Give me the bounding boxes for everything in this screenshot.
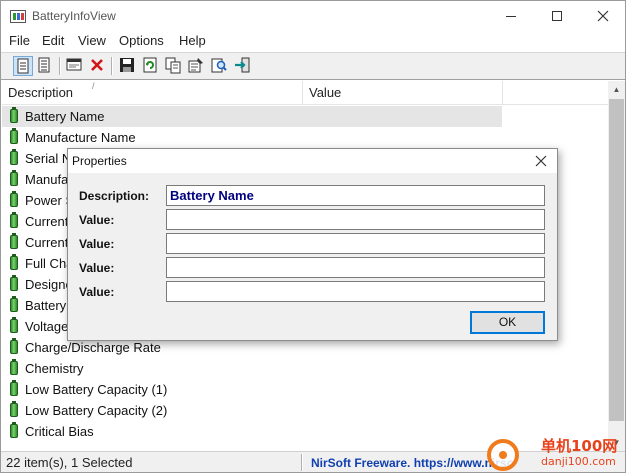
value-field[interactable] <box>166 233 545 254</box>
scroll-up-arrow-icon[interactable]: ▲ <box>608 81 625 98</box>
field-label-value: Value: <box>79 261 115 275</box>
save-icon <box>120 58 134 72</box>
field-label-value: Value: <box>79 213 115 227</box>
sort-indicator-icon: / <box>92 81 95 91</box>
value-field[interactable] <box>166 257 545 278</box>
dialog-title: Properties <box>72 154 127 168</box>
battery-icon <box>10 380 18 396</box>
menu-edit[interactable]: Edit <box>42 33 64 48</box>
find-icon <box>211 58 227 73</box>
display-window-button[interactable] <box>65 56 85 76</box>
field-label-description: Description: <box>79 189 150 203</box>
vertical-scrollbar[interactable]: ▲ ▼ <box>608 81 625 451</box>
battery-app-icon <box>10 10 26 23</box>
refresh-button[interactable] <box>141 56 161 76</box>
field-label-value: Value: <box>79 237 115 251</box>
menu-view[interactable]: View <box>78 33 106 48</box>
save-button[interactable] <box>118 56 138 76</box>
site-watermark: 单机100网 danji100.com <box>479 433 625 473</box>
value-field[interactable] <box>166 209 545 230</box>
menu-options[interactable]: Options <box>119 33 164 48</box>
delete-button[interactable] <box>88 56 108 76</box>
battery-icon <box>10 107 18 123</box>
battery-icon <box>10 254 18 270</box>
dialog-close-button[interactable] <box>531 153 551 169</box>
properties-view-button[interactable] <box>13 56 33 76</box>
battery-icon <box>10 233 18 249</box>
battery-icon <box>10 359 18 375</box>
copy-button[interactable] <box>164 56 184 76</box>
maximize-icon <box>552 11 562 21</box>
battery-icon <box>10 149 18 165</box>
list-row[interactable]: Manufacture Name <box>2 127 502 148</box>
menu-help[interactable]: Help <box>179 33 206 48</box>
watermark-logo-icon <box>487 439 519 471</box>
dialog-title-bar[interactable]: Properties <box>68 149 557 173</box>
toolbar <box>1 52 625 80</box>
properties-view-icon <box>17 58 29 74</box>
properties-button[interactable] <box>187 56 207 76</box>
display-window-icon <box>66 58 82 71</box>
column-value[interactable]: Value <box>303 81 503 105</box>
scroll-thumb[interactable] <box>609 99 624 421</box>
battery-icon <box>10 170 18 186</box>
list-row[interactable]: Chemistry <box>2 358 502 379</box>
minimize-button[interactable] <box>488 1 534 31</box>
battery-icon <box>10 401 18 417</box>
list-row[interactable]: Battery Name <box>2 106 502 127</box>
list-view-icon <box>38 57 50 73</box>
battery-icon <box>10 338 18 354</box>
window-title: BatteryInfoView <box>32 9 116 23</box>
battery-icon <box>10 296 18 312</box>
list-row[interactable]: Low Battery Capacity (1) <box>2 379 502 400</box>
field-label-value: Value: <box>79 285 115 299</box>
watermark-url: danji100.com <box>541 455 616 468</box>
list-header: Description / Value <box>2 81 608 105</box>
refresh-icon <box>143 57 157 73</box>
column-value-label: Value <box>309 85 342 100</box>
battery-icon <box>10 317 18 333</box>
exit-button[interactable] <box>233 56 253 76</box>
find-button[interactable] <box>210 56 230 76</box>
list-row[interactable]: Low Battery Capacity (2) <box>2 400 502 421</box>
app-window: BatteryInfoView File Edit View Options H… <box>0 0 626 473</box>
properties-icon <box>188 58 203 73</box>
menu-bar: File Edit View Options Help <box>1 31 625 51</box>
title-bar[interactable]: BatteryInfoView <box>1 1 625 31</box>
close-window-button[interactable] <box>580 1 626 31</box>
properties-dialog: Properties Description: Battery Name Val… <box>67 148 558 341</box>
battery-icon <box>10 275 18 291</box>
battery-icon <box>10 422 18 438</box>
value-field[interactable] <box>166 281 545 302</box>
status-item-count: 22 item(s), 1 Selected <box>6 455 133 470</box>
minimize-icon <box>506 16 516 17</box>
copy-icon <box>165 57 181 74</box>
description-field[interactable]: Battery Name <box>166 185 545 206</box>
battery-icon <box>10 212 18 228</box>
close-icon <box>597 10 609 22</box>
column-description[interactable]: Description <box>2 81 303 105</box>
delete-icon <box>91 59 103 71</box>
battery-icon <box>10 128 18 144</box>
column-description-label: Description <box>8 85 74 100</box>
menu-file[interactable]: File <box>9 33 30 48</box>
exit-icon <box>235 57 250 73</box>
list-row[interactable]: Critical Bias <box>2 421 502 442</box>
close-icon <box>535 155 547 167</box>
ok-button[interactable]: OK <box>470 311 545 334</box>
watermark-name: 单机100网 <box>541 437 618 455</box>
battery-icon <box>10 191 18 207</box>
maximize-button[interactable] <box>534 1 580 31</box>
list-view-button[interactable] <box>35 56 55 76</box>
